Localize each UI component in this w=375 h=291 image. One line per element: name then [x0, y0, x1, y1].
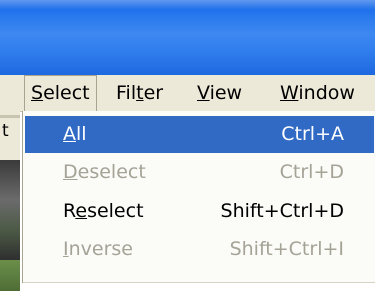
menu-item-deselect: Deselect Ctrl+D [25, 154, 374, 191]
menu-separator [23, 282, 375, 283]
toolbar-divider [0, 115, 20, 118]
menu-view[interactable]: View [191, 75, 248, 111]
menu-bar: Select Filter View Window [20, 75, 375, 112]
window-title-bar[interactable] [0, 0, 375, 75]
menu-item-label: Inverse [63, 238, 133, 260]
menu-item-shortcut: Ctrl+D [279, 161, 344, 183]
canvas-image-thumbnail [0, 160, 20, 260]
menu-item-shortcut: Shift+Ctrl+I [229, 238, 344, 260]
menu-item-reselect[interactable]: Reselect Shift+Ctrl+D [25, 193, 374, 230]
select-menu-dropdown: All Ctrl+A Deselect Ctrl+D Reselect Shif… [22, 111, 375, 283]
background-app-area: t [0, 75, 20, 291]
menu-window[interactable]: Window [274, 75, 361, 111]
menu-item-shortcut: Shift+Ctrl+D [220, 200, 344, 222]
menu-item-label: Deselect [63, 161, 146, 183]
menu-item-inverse: Inverse Shift+Ctrl+I [25, 231, 374, 268]
menu-item-shortcut: Ctrl+A [281, 123, 344, 145]
menu-filter[interactable]: Filter [110, 75, 169, 111]
clipped-text: t [2, 121, 9, 141]
menu-item-label: Reselect [63, 200, 144, 222]
menu-item-all[interactable]: All Ctrl+A [25, 116, 374, 153]
canvas-image-thumbnail-lower [0, 260, 20, 291]
menu-select[interactable]: Select [24, 75, 97, 111]
menu-item-label: All [63, 123, 87, 145]
